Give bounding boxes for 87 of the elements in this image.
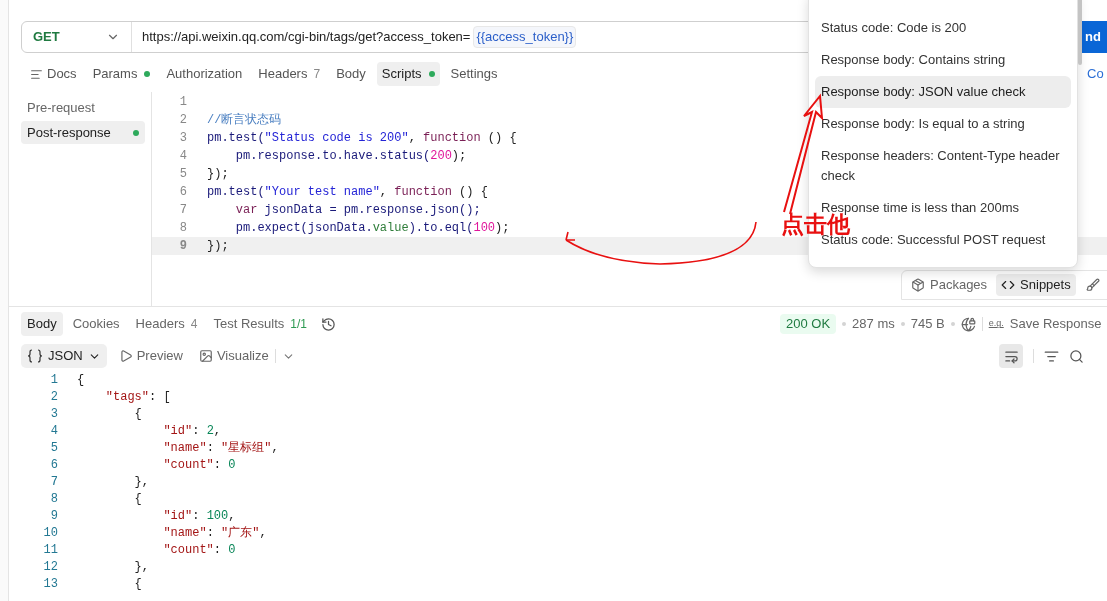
- method-select[interactable]: GET: [22, 22, 132, 52]
- search-icon[interactable]: [1069, 348, 1084, 364]
- snippet-item[interactable]: Response body: Contains string: [821, 50, 1065, 70]
- code-line: "id": 2,: [162, 422, 222, 440]
- line-number: 1: [178, 94, 188, 111]
- code-line: });: [207, 166, 229, 183]
- play-icon: [118, 349, 133, 363]
- save-response-button[interactable]: Save Response: [1009, 314, 1102, 334]
- line-number: 10: [42, 524, 59, 542]
- code-link[interactable]: Co: [1087, 64, 1104, 84]
- snippet-item[interactable]: Response body: Is equal to a string: [821, 114, 1065, 134]
- line-number: 7: [49, 473, 59, 491]
- wrap-icon: [1003, 348, 1019, 364]
- code-line: "count": 0: [162, 456, 236, 474]
- request-tab[interactable]: Params: [87, 62, 156, 86]
- line-number: 2: [178, 112, 188, 129]
- line-number: 8: [178, 220, 188, 237]
- response-size: 745 B: [910, 315, 945, 334]
- code-line: });: [207, 238, 229, 255]
- code-line: "tags": [: [104, 388, 171, 406]
- request-tab[interactable]: Docs: [25, 62, 82, 86]
- script-section-item[interactable]: Post-response: [21, 121, 145, 144]
- line-number: 5: [49, 439, 59, 457]
- docs-icon: [30, 67, 43, 81]
- code-line: },: [133, 558, 149, 576]
- code-line: //断言状态码: [207, 112, 282, 129]
- request-tab[interactable]: Scripts: [376, 62, 440, 86]
- scrollbar-thumb[interactable]: [1078, 0, 1082, 65]
- code-line: "id": 100,: [162, 507, 236, 525]
- code-line: pm.response.to.have.status(200);: [234, 148, 467, 165]
- line-number: 9: [178, 238, 188, 255]
- editor-toolbar-button[interactable]: Packages: [906, 274, 993, 296]
- line-number: 4: [49, 422, 59, 440]
- code-line: {: [133, 575, 142, 593]
- globe-lock-icon[interactable]: [960, 316, 976, 332]
- line-number: 3: [49, 405, 59, 423]
- snippet-item[interactable]: Response headers: Content-Type header check: [821, 146, 1065, 186]
- line-number: 11: [42, 541, 59, 559]
- line-number: 6: [49, 456, 59, 474]
- line-number: 3: [178, 130, 188, 147]
- line-number: 12: [42, 558, 59, 576]
- code-line: {: [133, 490, 142, 508]
- variable-token: {{access_token}}: [473, 26, 577, 48]
- script-section-item[interactable]: Pre-request: [21, 96, 145, 119]
- format-select[interactable]: JSON: [21, 344, 107, 368]
- line-number: 6: [178, 184, 188, 201]
- code-line: "count": 0: [162, 541, 236, 559]
- history-icon[interactable]: [320, 316, 336, 332]
- response-tab[interactable]: Headers 4: [129, 312, 204, 336]
- line-number: 13: [42, 575, 59, 593]
- request-tab[interactable]: Settings: [445, 62, 503, 86]
- preview-button[interactable]: Preview: [118, 346, 183, 366]
- line-number: 8: [49, 490, 59, 508]
- request-tab[interactable]: Headers 7: [253, 62, 326, 86]
- wrap-toggle[interactable]: [999, 344, 1023, 368]
- filter-icon[interactable]: [1044, 348, 1059, 364]
- editor-toolbar-button[interactable]: Snippets: [996, 274, 1076, 296]
- response-tab[interactable]: Cookies: [66, 312, 126, 336]
- response-tab[interactable]: Test Results 1/1: [207, 312, 313, 336]
- code-line: "name": "广东",: [162, 524, 267, 542]
- package-icon: [911, 278, 925, 292]
- code-line: pm.test("Status code is 200", function () {: [207, 130, 517, 147]
- code-line: pm.test("Your test name", function () {: [207, 184, 488, 201]
- line-number: 2: [49, 388, 59, 406]
- code-line: var jsonData = pm.response.json();: [234, 202, 481, 219]
- code-line: pm.expect(jsonData.value).to.eql(100);: [234, 220, 510, 237]
- status-badge: 200 OK: [780, 314, 837, 334]
- line-number: 7: [178, 202, 188, 219]
- code-line: {: [133, 405, 142, 423]
- request-tab[interactable]: Authorization: [161, 62, 248, 86]
- url-text: https://api.weixin.qq.com/cgi-bin/tags/get?access_token=: [142, 28, 471, 47]
- response-tab[interactable]: Body: [21, 312, 63, 336]
- code-line: "name": "星标组",: [162, 439, 279, 457]
- image-icon: [198, 349, 213, 363]
- braces-icon: [27, 349, 43, 363]
- line-number: 5: [178, 166, 188, 183]
- response-time: 287 ms: [852, 315, 895, 334]
- code-line: {: [77, 371, 85, 389]
- line-number: 4: [178, 148, 188, 165]
- brush-icon[interactable]: [1085, 278, 1100, 292]
- example-icon: e.g.: [988, 317, 1004, 331]
- code-icon: [1001, 278, 1016, 292]
- line-number: 9: [49, 507, 59, 525]
- visualize-button[interactable]: Visualize: [198, 346, 269, 366]
- line-number: 1: [49, 371, 59, 389]
- request-tab[interactable]: Body: [331, 62, 371, 86]
- code-line: },: [133, 473, 149, 491]
